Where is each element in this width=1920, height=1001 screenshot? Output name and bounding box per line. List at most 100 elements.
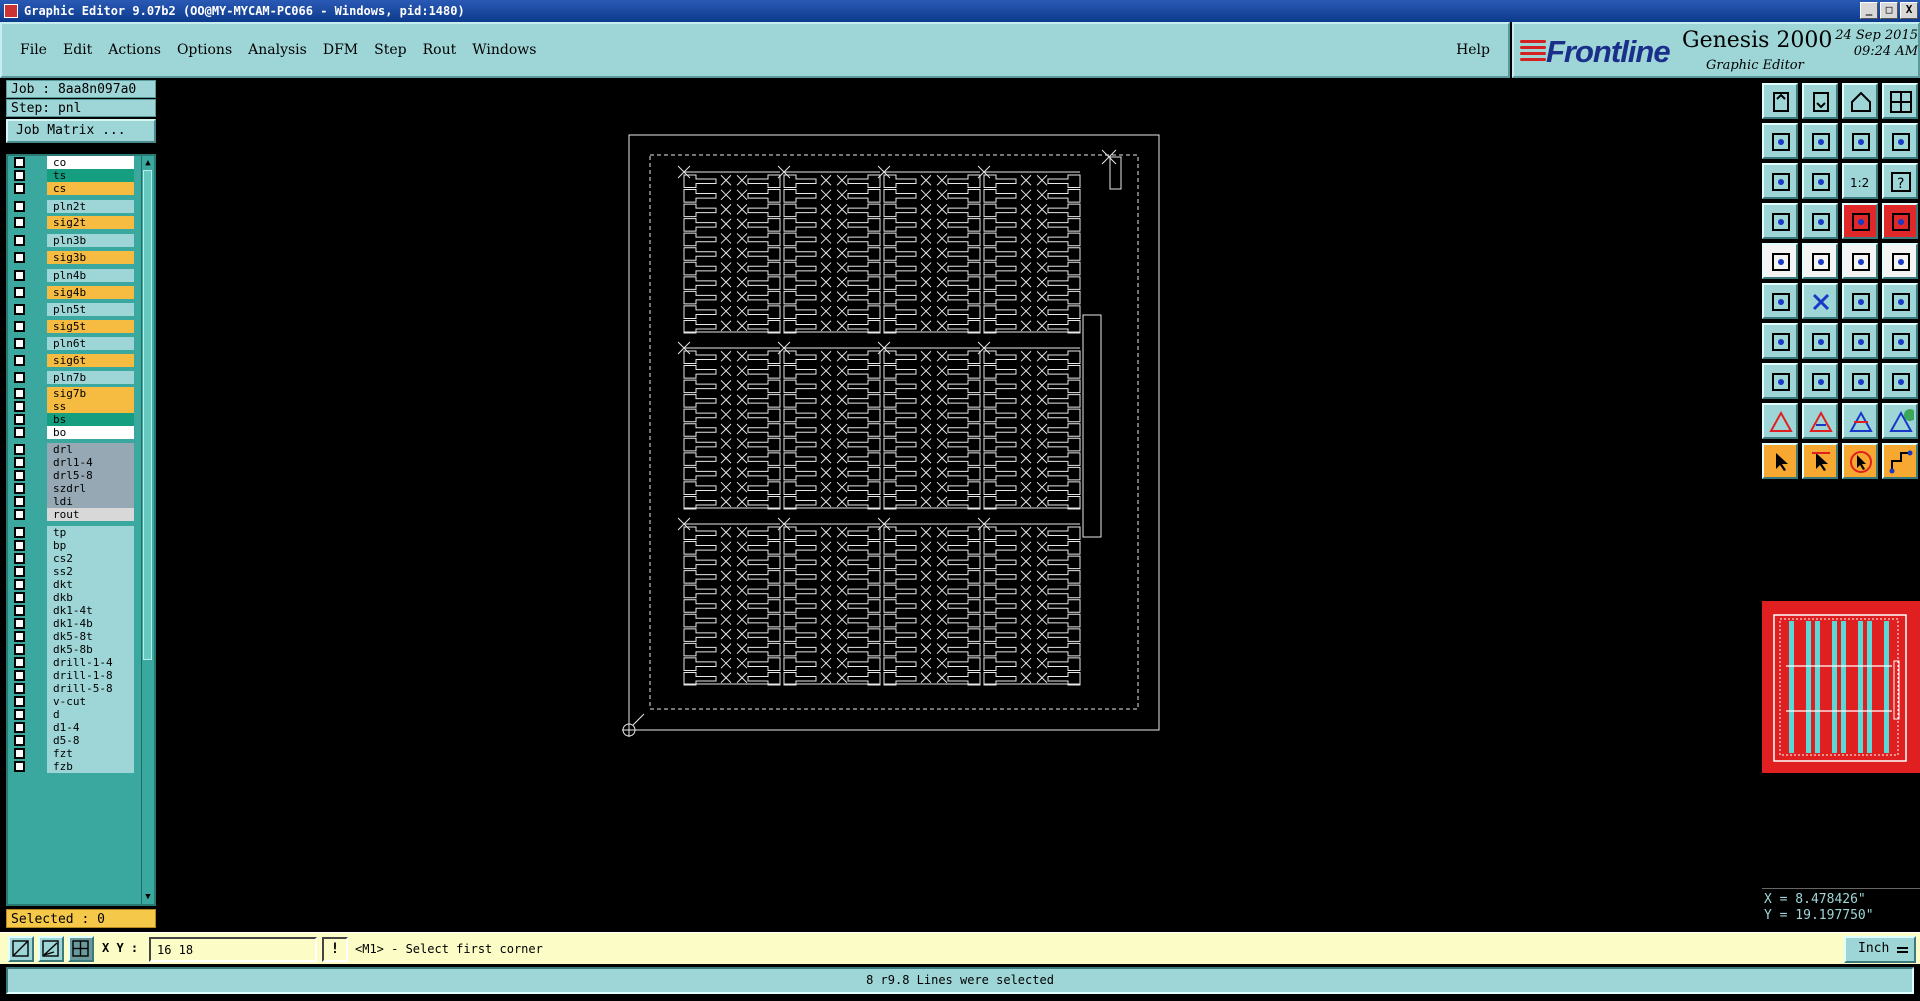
layer-name[interactable]: tp <box>47 526 134 539</box>
layer-name[interactable]: drill-1-4 <box>47 656 134 669</box>
layer-row[interactable]: dk1-4b <box>8 617 134 630</box>
tool-button[interactable] <box>1882 243 1918 279</box>
layer-row[interactable]: drill-1-4 <box>8 656 134 669</box>
layer-checkbox[interactable] <box>14 709 25 720</box>
layer-checkbox[interactable] <box>14 170 25 181</box>
layer-checkbox[interactable] <box>14 414 25 425</box>
layer-row[interactable]: v-cut <box>8 695 134 708</box>
tool-button[interactable] <box>1882 83 1918 119</box>
tool-button[interactable] <box>1882 283 1918 319</box>
graphics-canvas[interactable] <box>160 80 1760 928</box>
layer-name[interactable]: pln7b <box>47 371 134 384</box>
layer-checkbox[interactable] <box>14 683 25 694</box>
layer-name[interactable]: drl <box>47 443 134 456</box>
layer-checkbox[interactable] <box>14 722 25 733</box>
tool-button[interactable] <box>1802 283 1838 319</box>
layer-row[interactable]: drl5-8 <box>8 469 134 482</box>
layer-row[interactable]: szdrl <box>8 482 134 495</box>
layer-row[interactable]: pln2t <box>8 200 134 213</box>
tool-button[interactable] <box>1842 203 1878 239</box>
layer-name[interactable]: cs <box>47 182 134 195</box>
layer-checkbox[interactable] <box>14 270 25 281</box>
layer-row[interactable]: sig7b <box>8 387 134 400</box>
tool-button[interactable] <box>1762 123 1798 159</box>
layer-row[interactable]: ss <box>8 400 134 413</box>
layer-name[interactable]: drl1-4 <box>47 456 134 469</box>
layer-checkbox[interactable] <box>14 761 25 772</box>
menu-options[interactable]: Options <box>177 42 232 58</box>
maximize-button[interactable]: □ <box>1880 2 1898 19</box>
layer-checkbox[interactable] <box>14 235 25 246</box>
layer-checkbox[interactable] <box>14 401 25 412</box>
layer-name[interactable]: d5-8 <box>47 734 134 747</box>
layer-checkbox[interactable] <box>14 735 25 746</box>
menu-step[interactable]: Step <box>374 42 406 58</box>
layer-name[interactable]: sig3b <box>47 251 134 264</box>
layer-row[interactable]: bp <box>8 539 134 552</box>
snap-grid-button[interactable] <box>68 936 94 962</box>
layer-row[interactable]: pln3b <box>8 234 134 247</box>
tool-button[interactable] <box>1882 203 1918 239</box>
tool-button[interactable] <box>1802 443 1838 479</box>
layer-row[interactable]: dkt <box>8 578 134 591</box>
layer-name[interactable]: drl5-8 <box>47 469 134 482</box>
layer-row[interactable]: sig5t <box>8 320 134 333</box>
layer-row[interactable]: dk5-8t <box>8 630 134 643</box>
layer-checkbox[interactable] <box>14 252 25 263</box>
prompt-alert-icon[interactable]: ! <box>322 937 348 962</box>
snap-angle-button[interactable] <box>38 936 64 962</box>
menu-rout[interactable]: Rout <box>423 42 457 58</box>
layer-name[interactable]: ldi <box>47 495 134 508</box>
tool-button[interactable] <box>1762 243 1798 279</box>
scroll-down-icon[interactable]: ▼ <box>143 891 153 903</box>
layer-name[interactable]: pln3b <box>47 234 134 247</box>
layer-row[interactable]: rout <box>8 508 134 521</box>
layer-row[interactable]: ts <box>8 169 134 182</box>
layer-checkbox[interactable] <box>14 388 25 399</box>
layer-name[interactable]: drill-1-8 <box>47 669 134 682</box>
tool-button[interactable] <box>1762 203 1798 239</box>
layer-row[interactable]: sig4b <box>8 286 134 299</box>
tool-button[interactable] <box>1762 163 1798 199</box>
layer-name[interactable]: ss2 <box>47 565 134 578</box>
layer-name[interactable]: v-cut <box>47 695 134 708</box>
layer-checkbox[interactable] <box>14 427 25 438</box>
layer-name[interactable]: cs2 <box>47 552 134 565</box>
layer-row[interactable]: fzb <box>8 760 134 773</box>
layer-name[interactable]: pln6t <box>47 337 134 350</box>
layer-row[interactable]: pln4b <box>8 269 134 282</box>
layer-name[interactable]: drill-5-8 <box>47 682 134 695</box>
menu-help[interactable]: Help <box>1456 42 1490 58</box>
layer-row[interactable]: dk1-4t <box>8 604 134 617</box>
tool-button[interactable] <box>1802 83 1838 119</box>
tool-button[interactable] <box>1802 163 1838 199</box>
layer-name[interactable]: rout <box>47 508 134 521</box>
layer-row[interactable]: fzt <box>8 747 134 760</box>
layer-name[interactable]: co <box>47 156 134 169</box>
menu-edit[interactable]: Edit <box>63 42 92 58</box>
overview-map[interactable] <box>1762 601 1920 773</box>
tool-button[interactable] <box>1802 363 1838 399</box>
menu-dfm[interactable]: DFM <box>323 42 358 58</box>
layer-name[interactable]: dk1-4b <box>47 617 134 630</box>
layer-name[interactable]: sig2t <box>47 216 134 229</box>
layer-name[interactable]: dk5-8t <box>47 630 134 643</box>
layer-row[interactable]: d5-8 <box>8 734 134 747</box>
layer-checkbox[interactable] <box>14 631 25 642</box>
layer-row[interactable]: cs2 <box>8 552 134 565</box>
tool-button[interactable]: 1:2 <box>1842 163 1878 199</box>
layer-name[interactable]: dkt <box>47 578 134 591</box>
layer-scrollbar[interactable]: ▲ ▼ <box>141 156 153 904</box>
layer-checkbox[interactable] <box>14 355 25 366</box>
menu-file[interactable]: File <box>20 42 47 58</box>
layer-name[interactable]: pln5t <box>47 303 134 316</box>
layer-name[interactable]: d <box>47 708 134 721</box>
layer-name[interactable]: bp <box>47 539 134 552</box>
layer-row[interactable]: drill-1-8 <box>8 669 134 682</box>
tool-button[interactable] <box>1762 363 1798 399</box>
layer-checkbox[interactable] <box>14 287 25 298</box>
tool-button[interactable] <box>1842 83 1878 119</box>
layer-checkbox[interactable] <box>14 372 25 383</box>
snap-mode-button[interactable] <box>8 936 34 962</box>
tool-button[interactable] <box>1882 403 1918 439</box>
